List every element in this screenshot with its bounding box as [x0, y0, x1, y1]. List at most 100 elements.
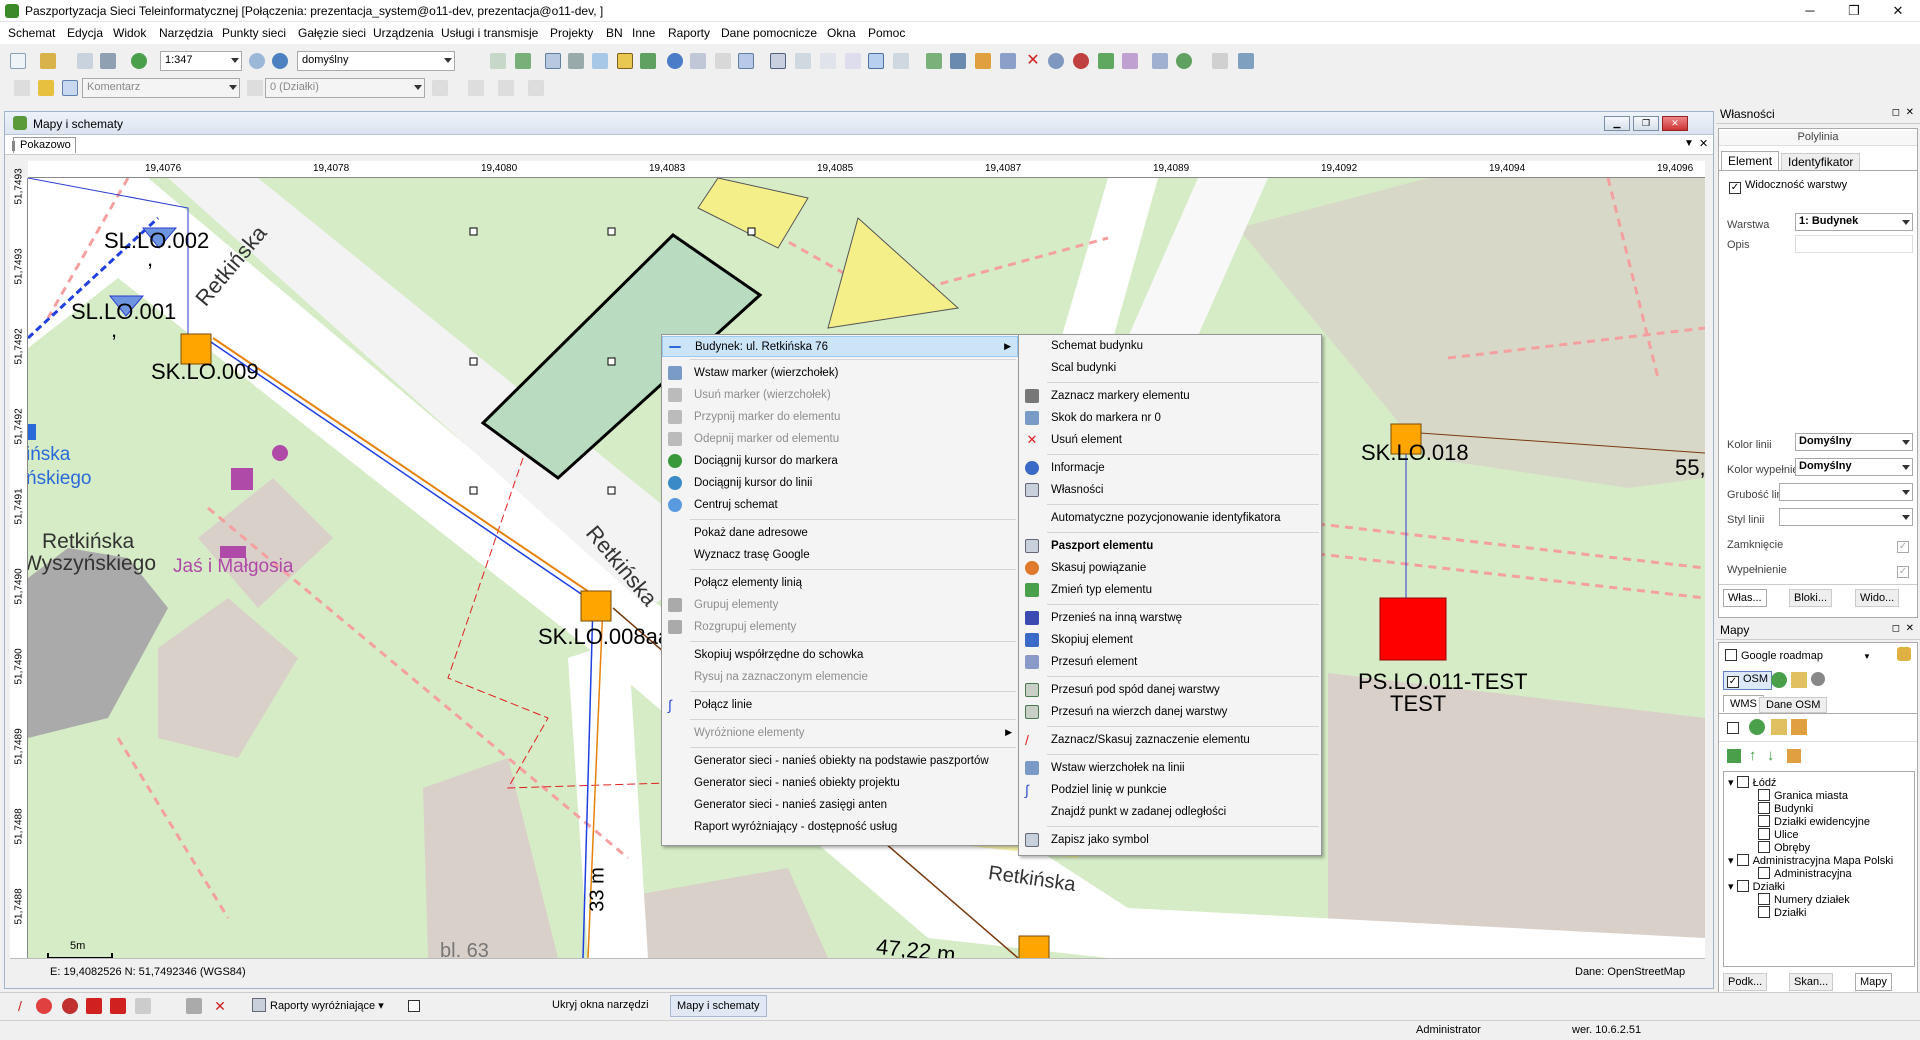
menu-item-select-markers[interactable]: Zaznacz markery elementu: [1019, 386, 1321, 407]
tab-blocks[interactable]: Bloki...: [1789, 589, 1833, 607]
desc-input[interactable]: [1795, 235, 1913, 253]
zoom-out-icon[interactable]: [249, 53, 265, 69]
print-icon[interactable]: [100, 53, 116, 69]
menu-pomoc[interactable]: Pomoc: [868, 26, 905, 40]
lock-icon[interactable]: [247, 80, 263, 96]
menu-item-bring-front[interactable]: Przesuń na wierzch danej warstwy: [1019, 702, 1321, 723]
menu-item-connect[interactable]: Połącz elementy linią: [662, 573, 1018, 594]
menu-item-insert-vertex[interactable]: Wstaw wierzchołek na linii: [1019, 758, 1321, 779]
square-node-icon[interactable]: [86, 998, 102, 1014]
menu-item-toggle-select[interactable]: / Zaznacz/Skasuj zaznaczenie elementu: [1019, 730, 1321, 751]
menu-item-ungroup[interactable]: Rozgrupuj elementy: [662, 617, 1018, 638]
menu-okna[interactable]: Okna: [827, 26, 856, 40]
close-panel-icon[interactable]: ✕: [1906, 107, 1914, 118]
tab-close-icon[interactable]: ✕: [1699, 137, 1708, 150]
menu-item-move-layer[interactable]: Przenieś na inną warstwę: [1019, 608, 1321, 629]
key-icon[interactable]: [1897, 647, 1911, 661]
edit-layer-icon[interactable]: [1791, 672, 1807, 688]
node-sk008[interactable]: [580, 590, 612, 622]
menu-item-pin-marker[interactable]: Przypnij marker do elementu: [662, 407, 1018, 428]
close-button[interactable]: ✕: [1876, 0, 1920, 22]
add-layer-icon[interactable]: [1727, 749, 1741, 763]
pin-panel-icon[interactable]: ◻: [1892, 107, 1900, 118]
zoom-in-icon[interactable]: [272, 53, 288, 69]
menu-item-building[interactable]: Budynek: ul. Retkińska 76 ▶: [662, 336, 1018, 357]
tab-identifier[interactable]: Identyfikator: [1781, 153, 1861, 171]
mdi-close-button[interactable]: ✕: [1662, 116, 1688, 131]
maximize-button[interactable]: ❐: [1832, 0, 1876, 22]
report-icon[interactable]: [1122, 53, 1138, 69]
refresh-icon[interactable]: [131, 53, 147, 69]
menu-urzadzenia[interactable]: Urządzenia: [373, 26, 434, 40]
up-arrow-icon[interactable]: ↑: [1749, 747, 1757, 764]
tab-pokazowo[interactable]: Pokazowo: [12, 137, 76, 153]
tree-node[interactable]: Administracyjna: [1758, 867, 1852, 880]
hide-tools-button[interactable]: Ukryj okna narzędzi: [552, 999, 649, 1011]
menu-item-split-line[interactable]: ∫ Podziel linię w punkcie: [1019, 780, 1321, 801]
tree-node[interactable]: ▾ Łódź: [1728, 776, 1776, 789]
map-icon[interactable]: [515, 53, 531, 69]
export-icon[interactable]: [926, 53, 942, 69]
menu-item-draw-on[interactable]: Rysuj na zaznaczonym elemencie: [662, 667, 1018, 688]
fill-checkbox[interactable]: ✓: [1897, 561, 1913, 578]
menu-item-change-type[interactable]: Zmień typ elementu: [1019, 580, 1321, 601]
pointer-icon[interactable]: [14, 80, 30, 96]
table-icon[interactable]: [690, 53, 706, 69]
new-icon[interactable]: [10, 53, 26, 69]
menu-item-move-element[interactable]: Przesuń element: [1019, 652, 1321, 673]
menu-projekty[interactable]: Projekty: [550, 26, 593, 40]
tab-wms[interactable]: WMS: [1723, 695, 1764, 712]
parcels-combo[interactable]: 0 (Działki): [265, 78, 425, 98]
wms-checkbox[interactable]: [1727, 721, 1743, 735]
menu-item-snap-line[interactable]: Dociągnij kursor do linii: [662, 473, 1018, 494]
menu-item-address[interactable]: Pokaż dane adresowe: [662, 523, 1018, 544]
menu-item-highlighted[interactable]: Wyróżnione elementy ▶: [662, 723, 1018, 744]
menu-item-copy-coords[interactable]: Skopiuj współrzędne do schowka: [662, 645, 1018, 666]
menu-schemat[interactable]: Schemat: [8, 26, 55, 40]
tree-node[interactable]: Działki: [1758, 906, 1806, 919]
select-icon[interactable]: [617, 53, 633, 69]
menu-galezie-sieci[interactable]: Gałęzie sieci: [298, 26, 366, 40]
menu-item-group[interactable]: Grupuj elementy: [662, 595, 1018, 616]
scale-combo[interactable]: 1:347: [160, 51, 242, 71]
style-combo[interactable]: domyślny: [297, 51, 455, 71]
down-arrow-icon[interactable]: ↓: [1767, 747, 1775, 764]
tab-dropdown-icon[interactable]: ▼: [1684, 138, 1694, 149]
brush-icon[interactable]: [62, 80, 78, 96]
wms-edit-icon[interactable]: [1771, 719, 1787, 735]
google-dropdown-icon[interactable]: ▼: [1863, 652, 1871, 661]
layer-icon[interactable]: [490, 53, 506, 69]
mdi-restore-button[interactable]: ❐: [1633, 116, 1659, 131]
menu-item-send-back[interactable]: Przesuń pod spód danej warstwy: [1019, 680, 1321, 701]
menu-item-delete-element[interactable]: ✕ Usuń element: [1019, 430, 1321, 451]
menu-item-copy-element[interactable]: Skopiuj element: [1019, 630, 1321, 651]
menu-item-snap-marker[interactable]: Dociągnij kursor do markera: [662, 451, 1018, 472]
menu-item-google-route[interactable]: Wyznacz trasę Google: [662, 545, 1018, 566]
pin-icon[interactable]: [1238, 53, 1254, 69]
menu-punkty-sieci[interactable]: Punkty sieci: [222, 26, 286, 40]
menu-item-generator-passports[interactable]: Generator sieci - nanieś obiekty na pods…: [662, 751, 1018, 772]
node-ps011[interactable]: [1379, 597, 1447, 661]
fill-color-select[interactable]: Domyślny: [1795, 458, 1913, 476]
menu-raporty[interactable]: Raporty: [668, 26, 710, 40]
tab-osm-data[interactable]: Dane OSM: [1759, 697, 1828, 713]
tree-node[interactable]: Budynki: [1758, 802, 1813, 815]
comment-combo[interactable]: Komentarz: [82, 78, 240, 98]
eraser-icon[interactable]: [1811, 672, 1825, 686]
blank-checkbox[interactable]: [408, 999, 424, 1013]
maps-window-tab[interactable]: Mapy i schematy: [670, 995, 767, 1017]
menu-item-find-point[interactable]: Znajdź punkt w zadanej odległości: [1019, 802, 1321, 823]
tab-backgrounds[interactable]: Podk...: [1723, 973, 1768, 991]
menu-item-center[interactable]: Centruj schemat: [662, 495, 1018, 516]
edit-node-icon[interactable]: [135, 998, 151, 1014]
pin-panel-icon[interactable]: ◻: [1892, 623, 1900, 634]
close-panel-icon[interactable]: ✕: [1906, 623, 1914, 634]
tab-properties[interactable]: Włas...: [1723, 589, 1767, 607]
binoculars-icon[interactable]: [568, 53, 584, 69]
menu-edycja[interactable]: Edycja: [67, 26, 103, 40]
link-icon[interactable]: [1000, 53, 1016, 69]
menu-item-info[interactable]: Informacje: [1019, 458, 1321, 479]
menu-widok[interactable]: Widok: [113, 26, 146, 40]
tree-node[interactable]: ▾ Działki: [1728, 880, 1785, 893]
x-style-icon[interactable]: [528, 80, 544, 96]
